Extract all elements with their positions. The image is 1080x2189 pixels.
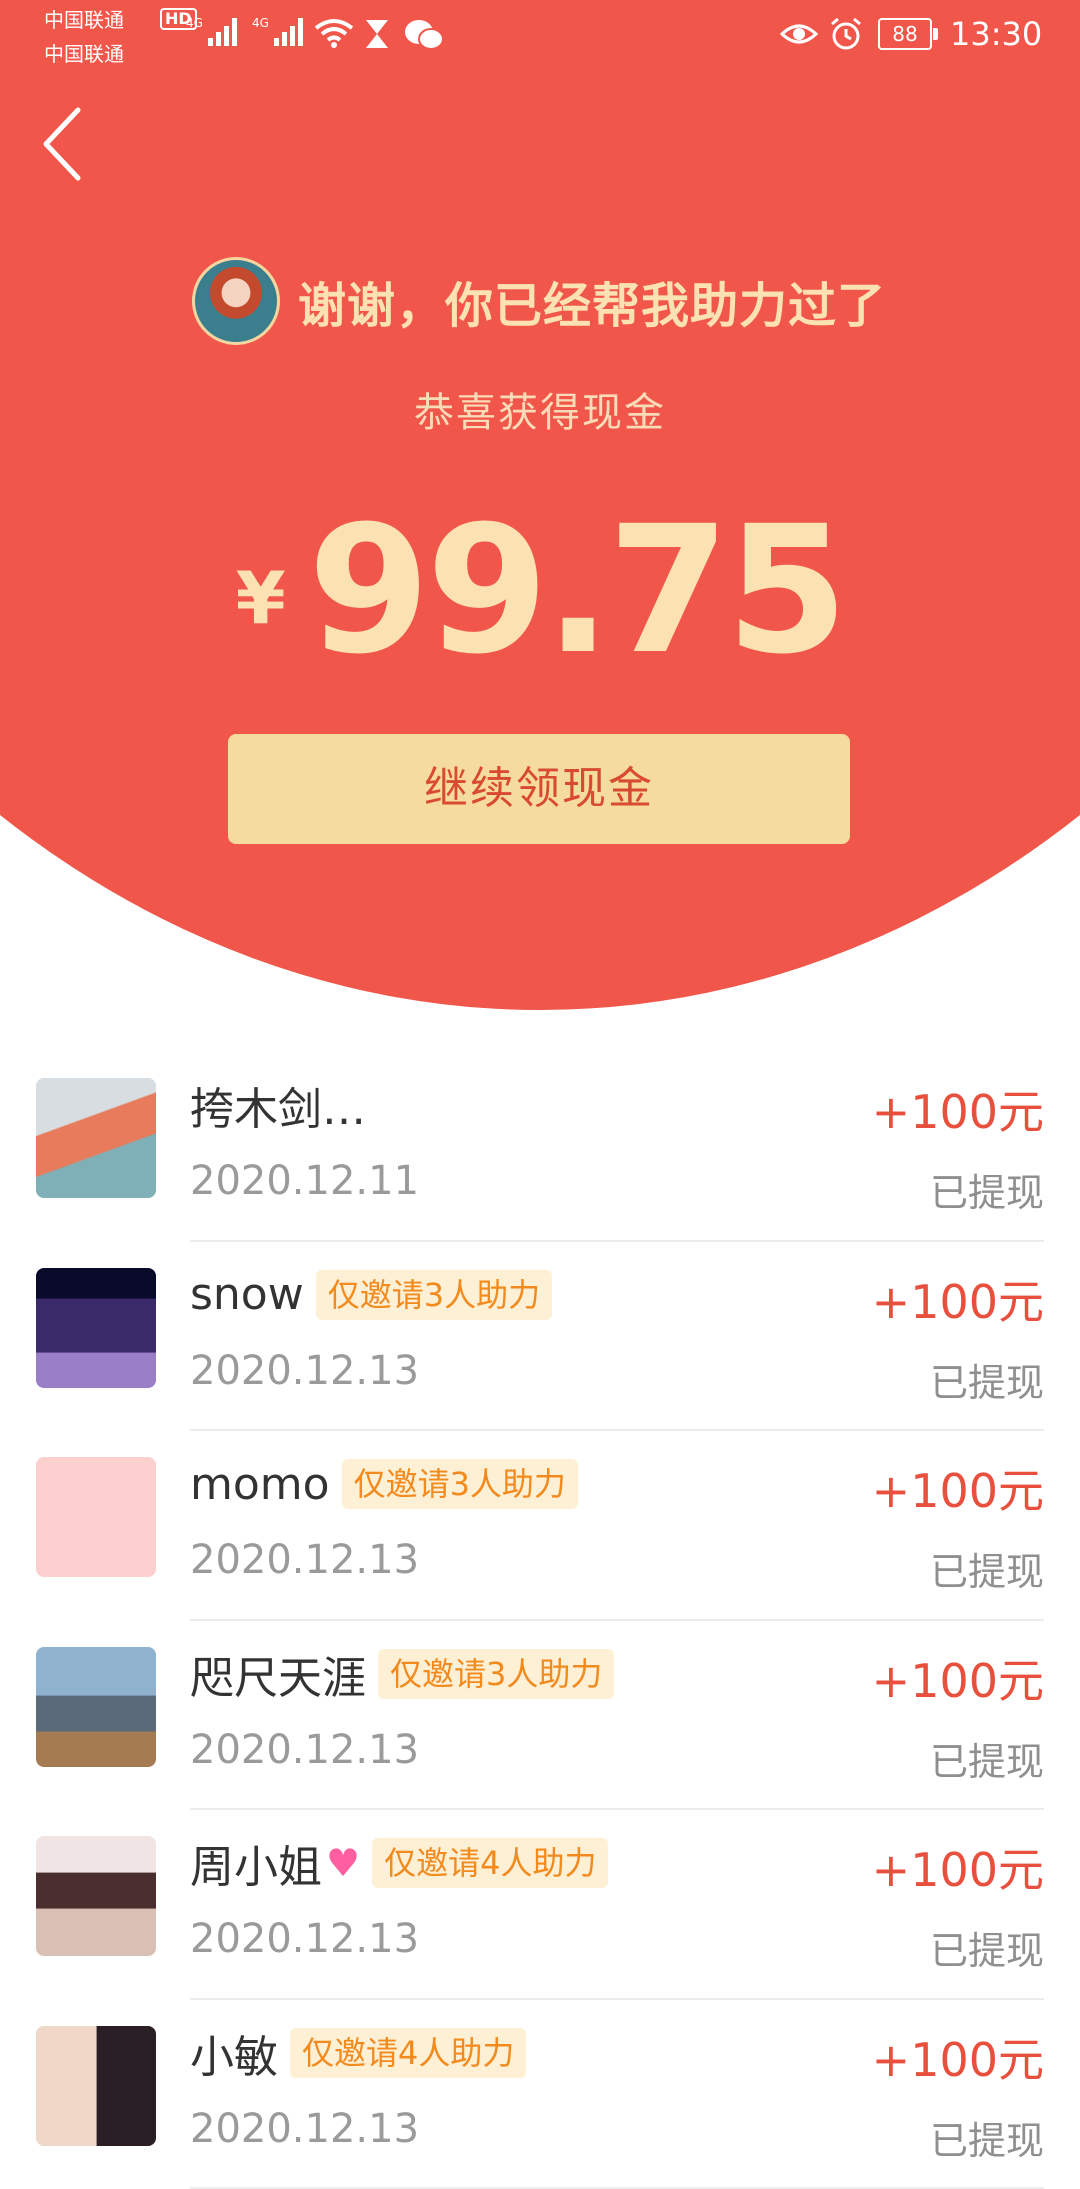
withdraw-status: 已提现: [930, 1920, 1044, 1975]
list-item[interactable]: 小敏仅邀请4人助力 2020.12.13 +100元已提现: [0, 2000, 1080, 2189]
invite-tag: 仅邀请3人助力: [378, 1649, 614, 1699]
cash-amount: ¥99.75: [0, 488, 1080, 693]
invite-tag: 仅邀请3人助力: [316, 1270, 552, 1320]
user-name: 小敏: [190, 2021, 278, 2085]
invite-tag: 仅邀请4人助力: [372, 1838, 608, 1888]
avatar: [36, 1836, 156, 1956]
reward-amount: +100元: [872, 2024, 1044, 2090]
battery-indicator: 88: [878, 18, 932, 50]
heart-emoji-icon: ♥: [326, 1841, 360, 1885]
record-date: 2020.12.11: [190, 1158, 419, 1204]
withdraw-status: 已提现: [930, 1162, 1044, 1217]
name-line: snow仅邀请3人助力: [190, 1264, 552, 1326]
continue-claim-cash-button[interactable]: 继续领现金: [228, 734, 850, 844]
back-arrow-icon[interactable]: [38, 104, 98, 184]
eye-icon: [780, 20, 818, 48]
reward-amount: +100元: [872, 1834, 1044, 1900]
avatar: [36, 1647, 156, 1767]
record-date: 2020.12.13: [190, 2106, 419, 2152]
user-name: momo: [190, 1459, 330, 1510]
avatar: [36, 2026, 156, 2146]
withdraw-status: 已提现: [930, 1731, 1044, 1786]
hero-section: 中国联通 中国联通 HD 4G 4G: [0, 0, 1080, 1010]
currency-symbol: ¥: [236, 556, 286, 640]
signal-icon: 4G: [252, 16, 303, 46]
user-name: 咫尺天涯: [190, 1642, 366, 1706]
list-item[interactable]: 周小姐♥ 仅邀请4人助力 2020.12.13 +100元已提现: [0, 1810, 1080, 2000]
hourglass-icon: [364, 18, 390, 50]
wifi-icon: [314, 18, 354, 48]
network-label: 4G: [252, 16, 269, 30]
greeting-row: 谢谢，你已经帮我助力过了: [192, 256, 886, 346]
reward-amount: +100元: [872, 1645, 1044, 1711]
clock: 13:30: [950, 14, 1042, 54]
user-name: snow: [190, 1269, 304, 1320]
name-line: 挎木剑…: [190, 1074, 366, 1136]
record-date: 2020.12.13: [190, 1348, 419, 1394]
list-item[interactable]: 咫尺天涯仅邀请3人助力 2020.12.13 +100元已提现: [0, 1621, 1080, 1811]
status-bar: 中国联通 中国联通 HD 4G 4G: [0, 0, 1080, 72]
name-line: 周小姐♥ 仅邀请4人助力: [190, 1832, 608, 1894]
withdraw-status: 已提现: [930, 1352, 1044, 1407]
wechat-icon: [404, 18, 444, 52]
user-name: 挎木剑…: [190, 1073, 366, 1137]
avatar: [36, 1457, 156, 1577]
carrier-label: 中国联通: [44, 8, 124, 32]
name-line: 咫尺天涯仅邀请3人助力: [190, 1643, 614, 1705]
reward-amount: +100元: [872, 1455, 1044, 1521]
list-item[interactable]: momo仅邀请3人助力 2020.12.13 +100元已提现: [0, 1431, 1080, 1621]
record-date: 2020.12.13: [190, 1537, 419, 1583]
subtitle: 恭喜获得现金: [0, 380, 1080, 438]
signal-icon: 4G: [186, 16, 237, 46]
carrier-label: 中国联通: [44, 42, 124, 66]
list-item[interactable]: 挎木剑… 2020.12.11 +100元已提现: [0, 1052, 1080, 1242]
greeting-text: 谢谢，你已经帮我助力过了: [298, 266, 886, 336]
invite-tag: 仅邀请4人助力: [290, 2028, 526, 2078]
avatar: [36, 1268, 156, 1388]
network-label: 4G: [186, 16, 203, 30]
withdraw-status: 已提现: [930, 1541, 1044, 1596]
user-name: 周小姐: [190, 1831, 322, 1895]
avatar: [36, 1078, 156, 1198]
record-date: 2020.12.13: [190, 1916, 419, 1962]
reward-amount: +100元: [872, 1076, 1044, 1142]
helper-record-list: 挎木剑…2020.12.11+100元已提现snow仅邀请3人助力2020.12…: [0, 1052, 1080, 2189]
name-line: momo仅邀请3人助力: [190, 1453, 578, 1515]
record-date: 2020.12.13: [190, 1727, 419, 1773]
list-item[interactable]: snow仅邀请3人助力 2020.12.13 +100元已提现: [0, 1242, 1080, 1432]
name-line: 小敏仅邀请4人助力: [190, 2022, 526, 2084]
alarm-icon: [828, 16, 864, 52]
reward-amount: +100元: [872, 1266, 1044, 1332]
avatar: [192, 257, 280, 345]
withdraw-status: 已提现: [930, 2110, 1044, 2165]
amount-value: 99.75: [308, 488, 845, 693]
invite-tag: 仅邀请3人助力: [342, 1459, 578, 1509]
